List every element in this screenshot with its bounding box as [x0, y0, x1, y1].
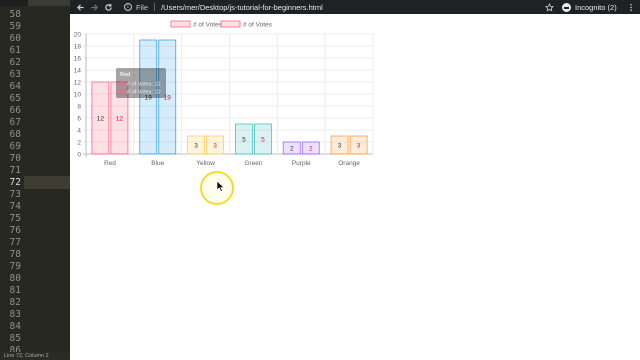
x-tick-label: Orange — [338, 160, 360, 167]
y-tick-label: 6 — [77, 116, 81, 123]
reload-icon[interactable] — [101, 0, 115, 14]
more-vert-icon[interactable] — [624, 0, 638, 14]
star-icon[interactable] — [542, 0, 556, 14]
y-tick-label: 12 — [74, 80, 82, 87]
bar-value-label: 5 — [242, 137, 246, 144]
address-bar[interactable]: i File /Users/mer/Desktop/js-tutorial-fo… — [124, 1, 534, 13]
code-editor[interactable]: 58 59 60 61 62 63 64 65 66 67 68 69 70 71 72 73 74 75 76 77… — [0, 0, 70, 360]
y-tick-label: 20 — [74, 32, 82, 39]
y-tick-label: 10 — [74, 92, 82, 99]
tooltip-line: # of Votes: 12 — [127, 90, 161, 96]
back-arrow-icon[interactable] — [73, 0, 87, 14]
x-tick-label: Red — [104, 160, 116, 167]
x-tick-label: Purple — [292, 160, 311, 167]
bar-chart[interactable]: 024681012141618201212Red1919Blue33Yellow… — [70, 14, 640, 174]
cursor-position-status: Line 72, Column 2 — [4, 353, 49, 359]
tooltip-swatch — [120, 89, 125, 94]
y-tick-label: 2 — [77, 140, 81, 147]
bar-value-label: 3 — [357, 143, 361, 150]
incognito-icon — [562, 2, 571, 12]
browser-window: i File /Users/mer/Desktop/js-tutorial-fo… — [70, 0, 640, 360]
bar-value-label: 3 — [194, 143, 198, 150]
x-tick-label: Blue — [151, 160, 164, 167]
tooltip-title: Red — [120, 72, 130, 78]
editor-status-bar: Line 72, Column 2 — [0, 352, 70, 360]
editor-tab[interactable] — [28, 0, 70, 6]
bar-value-label: 5 — [261, 137, 265, 144]
browser-toolbar: i File /Users/mer/Desktop/js-tutorial-fo… — [70, 0, 640, 14]
scheme-label: File — [136, 2, 149, 12]
profile-label: Incognito (2) — [575, 2, 617, 12]
y-tick-label: 18 — [74, 44, 82, 51]
incognito-profile-button[interactable]: Incognito (2) — [562, 0, 617, 14]
active-line-highlight — [24, 176, 70, 189]
forward-arrow-icon[interactable] — [87, 0, 101, 14]
legend-swatch — [220, 20, 241, 28]
info-icon[interactable]: i — [124, 3, 132, 11]
x-tick-label: Yellow — [196, 160, 215, 167]
bar-value-label: 12 — [116, 116, 124, 123]
tooltip-line: # of Votes: 12 — [127, 82, 161, 88]
y-tick-label: 16 — [74, 56, 82, 63]
bar-value-label: 12 — [97, 116, 105, 123]
legend-label: # of Votes — [193, 22, 223, 29]
legend-swatch — [170, 20, 191, 28]
tooltip-swatch — [120, 81, 125, 86]
x-tick-label: Green — [244, 160, 262, 167]
y-tick-label: 8 — [77, 104, 81, 111]
line-number-gutter: 58 59 60 61 62 63 64 65 66 67 68 69 70 71 72 73 74 75 76 77… — [0, 6, 24, 356]
bar-value-label: 2 — [290, 146, 294, 153]
address-separator — [154, 3, 156, 11]
y-tick-label: 0 — [77, 152, 81, 159]
bar-value-label: 3 — [213, 143, 217, 150]
mouse-cursor-icon — [216, 180, 225, 192]
url-text[interactable]: /Users/mer/Desktop/js-tutorial-for-begin… — [161, 3, 323, 12]
y-tick-label: 4 — [77, 128, 81, 135]
legend-label: # of Votes — [243, 22, 273, 29]
y-tick-label: 14 — [74, 68, 82, 75]
bar-value-label: 2 — [309, 146, 313, 153]
bar-value-label: 3 — [338, 143, 342, 150]
